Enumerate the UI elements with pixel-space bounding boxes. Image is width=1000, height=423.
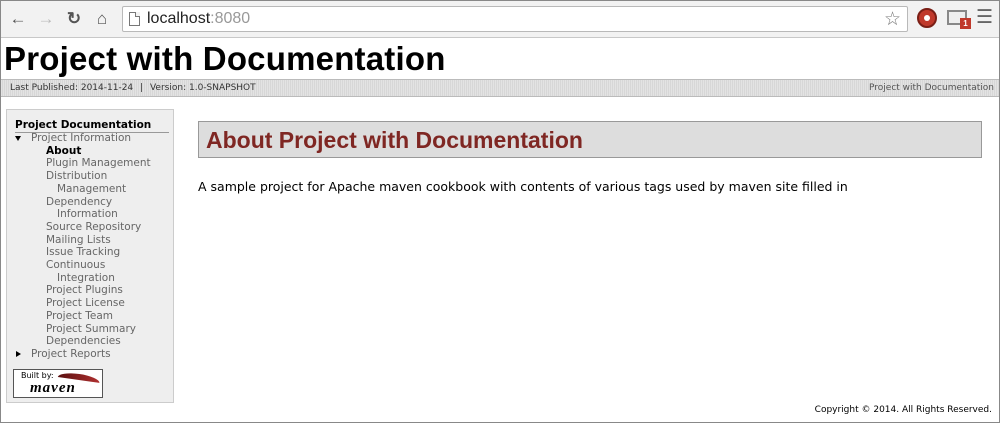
sidebar-item-continuous-cont[interactable]: Integration [7, 272, 175, 285]
sidebar-item-distribution[interactable]: Distribution [7, 170, 175, 183]
breadcrumb-bar: Last Published: 2014-11-24 | Version: 1.… [0, 79, 1000, 97]
bookmark-star-icon[interactable]: ☆ [884, 8, 901, 31]
sidebar-item-dependency[interactable]: Dependency [7, 196, 175, 209]
back-arrow-icon[interactable]: ← [8, 9, 28, 29]
sidebar-item-source-repository[interactable]: Source Repository [7, 221, 175, 234]
page-icon [129, 12, 140, 26]
sidebar-item-project-license[interactable]: Project License [7, 297, 175, 310]
built-by-label: Built by: [21, 371, 54, 380]
sidebar-item-dependencies[interactable]: Dependencies [7, 335, 175, 348]
section-title: About Project with Documentation [206, 127, 583, 153]
browser-toolbar: ← → ↻ ⌂ localhost:8080 ☆ 1 ☰ [0, 0, 1000, 38]
collapsed-triangle-icon [16, 350, 21, 357]
sidebar-item-project-plugins[interactable]: Project Plugins [7, 284, 175, 297]
hamburger-menu-icon[interactable]: ☰ [976, 8, 993, 27]
sidebar-item-distribution-cont[interactable]: Management [7, 183, 175, 196]
sidebar-item-issue-tracking[interactable]: Issue Tracking [7, 246, 175, 259]
sidebar-item-dependency-cont[interactable]: Information [7, 208, 175, 221]
sidebar-nav: Project Information About Plugin Managem… [7, 132, 175, 361]
sidebar-item-project-reports[interactable]: Project Reports [7, 348, 175, 361]
sidebar-heading: Project Documentation [15, 119, 169, 133]
version-label: Version: [149, 83, 187, 93]
url-text[interactable]: localhost:8080 [147, 10, 250, 28]
built-by-maven-logo[interactable]: Built by: maven [13, 369, 103, 398]
site-title: Project with Documentation [4, 40, 446, 77]
extension-record-icon[interactable] [917, 8, 937, 28]
sidebar-item-continuous[interactable]: Continuous [7, 259, 175, 272]
extension-mail-icon[interactable]: 1 [947, 10, 971, 29]
breadcrumb-separator: | [140, 83, 144, 93]
version-value: 1.0-SNAPSHOT [188, 83, 256, 93]
reload-icon[interactable]: ↻ [64, 9, 84, 29]
home-icon[interactable]: ⌂ [92, 9, 112, 29]
last-published-label: Last Published: [10, 83, 78, 93]
forward-arrow-icon[interactable]: → [36, 9, 56, 29]
project-description: A sample project for Apache maven cookbo… [198, 179, 848, 194]
sidebar: Project Documentation Project Informatio… [6, 109, 174, 403]
sidebar-item-project-information[interactable]: Project Information [7, 132, 175, 145]
sidebar-item-about: About [46, 144, 82, 157]
extension-badge: 1 [960, 18, 971, 29]
sidebar-item-mailing-lists[interactable]: Mailing Lists [7, 234, 175, 247]
breadcrumb-project-link[interactable]: Project with Documentation [869, 83, 994, 93]
maven-wordmark: maven [30, 380, 76, 396]
sidebar-item-project-team[interactable]: Project Team [7, 310, 175, 323]
expanded-triangle-icon [15, 136, 21, 141]
sidebar-item-project-summary[interactable]: Project Summary [7, 323, 175, 336]
last-published-date: 2014-11-24 [80, 83, 134, 93]
section-header: About Project with Documentation [198, 121, 982, 158]
sidebar-item-plugin-management[interactable]: Plugin Management [7, 157, 175, 170]
footer-copyright: Copyright © 2014. All Rights Reserved. [814, 405, 992, 415]
address-bar[interactable]: localhost:8080 ☆ [122, 6, 908, 32]
